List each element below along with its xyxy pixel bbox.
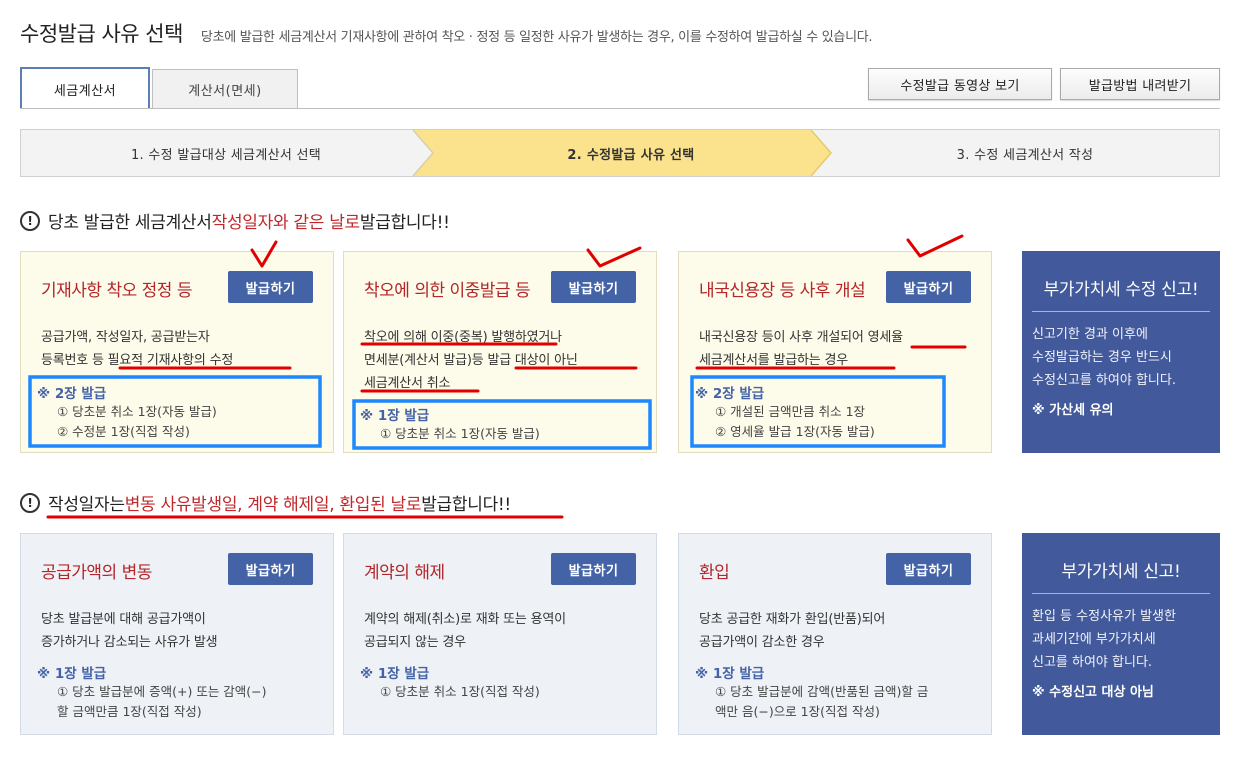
step-3: 3. 수정 세금계산서 작성 bbox=[956, 147, 1094, 163]
side-text-line: 수정발급하는 경우 반드시 bbox=[1032, 350, 1172, 365]
desc-line: 착오에 의해 이중(중복) 발행하였거나 bbox=[364, 330, 562, 345]
note-line: ① 당초 발급분에 감액(반품된 금액)할 금 bbox=[715, 684, 929, 699]
desc-line: 면세분(계산서 발급)등 발급 대상이 아닌 bbox=[364, 353, 578, 368]
card-description: 당초 발급분에 대해 공급가액이 증가하거나 감소되는 사유가 발생 bbox=[41, 608, 218, 654]
side-box-amended-return: 부가가치세 수정 신고! 신고기한 경과 이후에 수정발급하는 경우 반드시 수… bbox=[1022, 251, 1220, 453]
section1-text-b: 발급합니다!! bbox=[359, 213, 450, 233]
issue-note: ※ 1장 발급 ① 당초분 취소 1장(자동 발급) bbox=[360, 404, 540, 444]
card-contract-cancel: 계약의 해제 발급하기 계약의 해제(취소)로 재화 또는 용역이 공급되지 않… bbox=[343, 533, 657, 735]
step-2-active: 2. 수정발급 사유 선택 bbox=[567, 147, 695, 163]
issue-note: ※ 1장 발급 ① 당초 발급분에 증액(+) 또는 감액(−) 할 금액만큼 … bbox=[37, 662, 267, 722]
page-title: 수정발급 사유 선택 bbox=[20, 22, 183, 46]
side-text-line: 과세기간에 부가가치세 bbox=[1032, 632, 1156, 647]
side-text-line: 수정신고를 하여야 합니다. bbox=[1032, 373, 1176, 388]
note-line: 액만 음(−)으로 1장(직접 작성) bbox=[715, 704, 880, 719]
tab-tax-invoice[interactable]: 세금계산서 bbox=[20, 67, 150, 109]
note-head: ※ 1장 발급 bbox=[695, 666, 765, 682]
desc-line: 계약의 해제(취소)로 재화 또는 용역이 bbox=[364, 612, 566, 627]
download-guide-button[interactable]: 발급방법 내려받기 bbox=[1060, 68, 1220, 100]
issue-note: ※ 1장 발급 ① 당초 발급분에 감액(반품된 금액)할 금 액만 음(−)으… bbox=[695, 662, 928, 722]
desc-line: 당초 발급분에 대해 공급가액이 bbox=[41, 612, 206, 627]
card-description: 착오에 의해 이중(중복) 발행하였거나 면세분(계산서 발급)등 발급 대상이… bbox=[364, 326, 578, 395]
card-local-lc: 내국신용장 등 사후 개설 발급하기 내국신용장 등이 사후 개설되어 영세율 … bbox=[678, 251, 992, 453]
desc-line: 세금계산서를 발급하는 경우 bbox=[699, 353, 848, 368]
side-text-line: 환입 등 수정사유가 발생한 bbox=[1032, 609, 1176, 624]
page-description: 당초에 발급한 세금계산서 기재사항에 관하여 착오 · 정정 등 일정한 사유… bbox=[200, 30, 873, 45]
card-title: 내국신용장 등 사후 개설 bbox=[699, 281, 866, 301]
issue-note: ※ 1장 발급 ① 당초분 취소 1장(직접 작성) bbox=[360, 662, 540, 702]
note-head: ※ 1장 발급 bbox=[37, 666, 107, 682]
side-text: 신고기한 경과 이후에 수정발급하는 경우 반드시 수정신고를 하여야 합니다. bbox=[1032, 323, 1176, 392]
desc-line: 공급되지 않는 경우 bbox=[364, 635, 466, 650]
card-description: 내국신용장 등이 사후 개설되어 영세율 세금계산서를 발급하는 경우 bbox=[699, 326, 903, 372]
card-title: 공급가액의 변동 bbox=[41, 563, 152, 583]
card-duplicate-issue: 착오에 의한 이중발급 등 발급하기 착오에 의해 이중(중복) 발행하였거나 … bbox=[343, 251, 657, 453]
card-description: 계약의 해제(취소)로 재화 또는 용역이 공급되지 않는 경우 bbox=[364, 608, 566, 654]
tab-divider bbox=[20, 108, 1220, 109]
issue-button[interactable]: 발급하기 bbox=[228, 553, 313, 585]
card-title: 환입 bbox=[699, 563, 730, 583]
card-title: 착오에 의한 이중발급 등 bbox=[364, 281, 531, 301]
note-line: 할 금액만큼 1장(직접 작성) bbox=[57, 704, 202, 719]
desc-line: 증가하거나 감소되는 사유가 발생 bbox=[41, 635, 218, 650]
issue-note: ※ 2장 발급 ① 당초분 취소 1장(자동 발급) ② 수정분 1장(직접 작… bbox=[37, 382, 217, 442]
desc-line: 내국신용장 등이 사후 개설되어 영세율 bbox=[699, 330, 903, 345]
note-line: ② 수정분 1장(직접 작성) bbox=[57, 424, 190, 439]
note-head: ※ 2장 발급 bbox=[695, 386, 765, 402]
note-head: ※ 1장 발급 bbox=[360, 666, 430, 682]
side-warning: ※ 가산세 유의 bbox=[1032, 403, 1114, 418]
desc-line: 당초 공급한 재화가 환입(반품)되어 bbox=[699, 612, 886, 627]
card-description: 공급가액, 작성일자, 공급받는자 등록번호 등 필요적 기재사항의 수정 bbox=[41, 326, 233, 372]
note-line: ② 영세율 발급 1장(자동 발급) bbox=[715, 424, 875, 439]
card-description: 당초 공급한 재화가 환입(반품)되어 공급가액이 감소한 경우 bbox=[699, 608, 885, 654]
header-row: 수정발급 사유 선택 당초에 발급한 세금계산서 기재사항에 관하여 착오 · … bbox=[20, 18, 873, 48]
section-head-same-date: ! 당초 발급한 세금계산서 작성일자와 같은 날로 발급합니다!! bbox=[20, 208, 450, 233]
section2-text-b: 발급합니다!! bbox=[421, 495, 511, 515]
side-title: 부가가치세 수정 신고! bbox=[1043, 280, 1199, 300]
note-line: ① 당초 발급분에 증액(+) 또는 감액(−) bbox=[57, 684, 267, 699]
video-button[interactable]: 수정발급 동영상 보기 bbox=[868, 68, 1052, 100]
section2-text-a: 작성일자는 bbox=[48, 495, 125, 515]
issue-button[interactable]: 발급하기 bbox=[228, 271, 313, 303]
note-head: ※ 1장 발급 bbox=[360, 408, 430, 424]
note-line: ① 당초분 취소 1장(자동 발급) bbox=[57, 404, 217, 419]
card-title: 계약의 해제 bbox=[364, 563, 445, 583]
side-title: 부가가치세 신고! bbox=[1061, 562, 1181, 582]
desc-line: 세금계산서 취소 bbox=[364, 376, 451, 391]
tab-bar: 세금계산서 계산서(면세) bbox=[20, 67, 298, 109]
step-1: 1. 수정 발급대상 세금계산서 선택 bbox=[130, 147, 322, 163]
section1-highlight: 작성일자와 같은 날로 bbox=[211, 213, 361, 233]
section1-text-a: 당초 발급한 세금계산서 bbox=[48, 213, 212, 233]
tab-invoice-exempt[interactable]: 계산서(면세) bbox=[152, 69, 298, 109]
issue-button[interactable]: 발급하기 bbox=[551, 271, 636, 303]
side-text-line: 신고를 하여야 합니다. bbox=[1032, 655, 1153, 670]
side-divider bbox=[1032, 311, 1210, 312]
card-entry-correction: 기재사항 착오 정정 등 발급하기 공급가액, 작성일자, 공급받는자 등록번호… bbox=[20, 251, 334, 453]
issue-note: ※ 2장 발급 ① 개설된 금액만큼 취소 1장 ② 영세율 발급 1장(자동 … bbox=[695, 382, 875, 442]
side-box-vat-return: 부가가치세 신고! 환입 등 수정사유가 발생한 과세기간에 부가가치세 신고를… bbox=[1022, 533, 1220, 735]
note-line: ① 당초분 취소 1장(자동 발급) bbox=[380, 426, 540, 441]
side-text-line: 신고기한 경과 이후에 bbox=[1032, 327, 1148, 342]
warning-icon: ! bbox=[20, 492, 40, 513]
issue-button[interactable]: 발급하기 bbox=[551, 553, 636, 585]
side-warning: ※ 수정신고 대상 아님 bbox=[1032, 685, 1154, 700]
note-line: ① 개설된 금액만큼 취소 1장 bbox=[715, 404, 866, 419]
card-return-goods: 환입 발급하기 당초 공급한 재화가 환입(반품)되어 공급가액이 감소한 경우… bbox=[678, 533, 992, 735]
desc-line: 공급가액, 작성일자, 공급받는자 bbox=[41, 330, 210, 345]
issue-button[interactable]: 발급하기 bbox=[886, 271, 971, 303]
warning-icon: ! bbox=[20, 210, 40, 231]
side-text: 환입 등 수정사유가 발생한 과세기간에 부가가치세 신고를 하여야 합니다. bbox=[1032, 605, 1176, 674]
card-title: 기재사항 착오 정정 등 bbox=[41, 281, 192, 301]
card-supply-change: 공급가액의 변동 발급하기 당초 발급분에 대해 공급가액이 증가하거나 감소되… bbox=[20, 533, 334, 735]
step-indicator: 1. 수정 발급대상 세금계산서 선택 2. 수정발급 사유 선택 3. 수정 … bbox=[20, 129, 1220, 177]
section-head-event-date: ! 작성일자는 변동 사유발생일, 계약 해제일, 환입된 날로 발급합니다!! bbox=[20, 490, 511, 515]
issue-button[interactable]: 발급하기 bbox=[886, 553, 971, 585]
desc-line: 등록번호 등 필요적 기재사항의 수정 bbox=[41, 353, 234, 368]
note-line: ① 당초분 취소 1장(직접 작성) bbox=[380, 684, 540, 699]
section2-highlight: 변동 사유발생일, 계약 해제일, 환입된 날로 bbox=[124, 495, 422, 515]
desc-line: 공급가액이 감소한 경우 bbox=[699, 635, 825, 650]
note-head: ※ 2장 발급 bbox=[37, 386, 107, 402]
side-divider bbox=[1032, 593, 1210, 594]
